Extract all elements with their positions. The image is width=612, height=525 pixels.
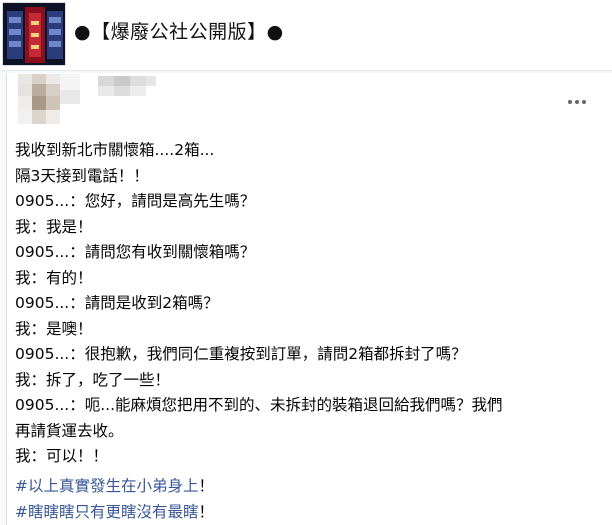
- author-avatar[interactable]: [18, 74, 98, 124]
- hashtag-suffix: ！: [198, 477, 215, 495]
- post-line: 0905...：您好，請問是高先生嗎？: [15, 192, 256, 210]
- hashtag-link[interactable]: #瞎瞎瞎只有更瞎沒有最瞎: [15, 503, 199, 521]
- post-line: 隔3天接到電話！！: [15, 166, 149, 185]
- post-line: 我收到新北市關懷箱....2箱...: [15, 141, 215, 159]
- blurred-name-icon: [98, 76, 156, 96]
- more-horizontal-icon: [567, 100, 588, 104]
- hashtag-line: #以上真實發生在小弟身上！: [15, 474, 605, 500]
- post-line: 我：拆了，吃了一些！: [15, 370, 171, 389]
- hashtag-line: #瞎瞎瞎只有更瞎沒有最瞎！: [15, 500, 605, 525]
- group-avatar[interactable]: [2, 2, 66, 66]
- post-line: 我：可以！！: [15, 447, 109, 465]
- author-name-blurred[interactable]: [98, 74, 158, 98]
- post-line: 我：我是！: [15, 217, 93, 236]
- post-body: 我收到新北市關懷箱....2箱... 隔3天接到電話！！ 0905...：您好，…: [15, 138, 605, 470]
- hashtag-link[interactable]: #以上真實發生在小弟身上: [15, 477, 199, 495]
- post-line: 0905...：請問是收到2箱嗎？: [15, 294, 219, 312]
- post-line: 我：是噢！: [15, 319, 93, 338]
- post-line: 0905...：很抱歉，我們同仁重複按到訂單，請問2箱都拆封了嗎？: [15, 345, 467, 363]
- group-header: ●【爆廢公社公開版】●: [0, 0, 612, 70]
- post-line: 我：有的！: [15, 268, 93, 287]
- post-options-button[interactable]: [562, 90, 592, 114]
- blurred-avatar-icon: [18, 74, 80, 124]
- group-title[interactable]: ●【爆廢公社公開版】●: [74, 18, 284, 46]
- group-logo-icon: [3, 3, 65, 65]
- hashtag-suffix: ！: [198, 502, 215, 521]
- post-line: 再請貨運去收。: [15, 421, 124, 440]
- post-line: 0905...：呃...能麻煩您把用不到的、未拆封的裝箱退回給我們嗎？我們: [15, 396, 503, 414]
- hashtag-list: #以上真實發生在小弟身上！ #瞎瞎瞎只有更瞎沒有最瞎！: [15, 474, 605, 525]
- post-line: 0905...：請問您有收到關懷箱嗎？: [15, 243, 256, 261]
